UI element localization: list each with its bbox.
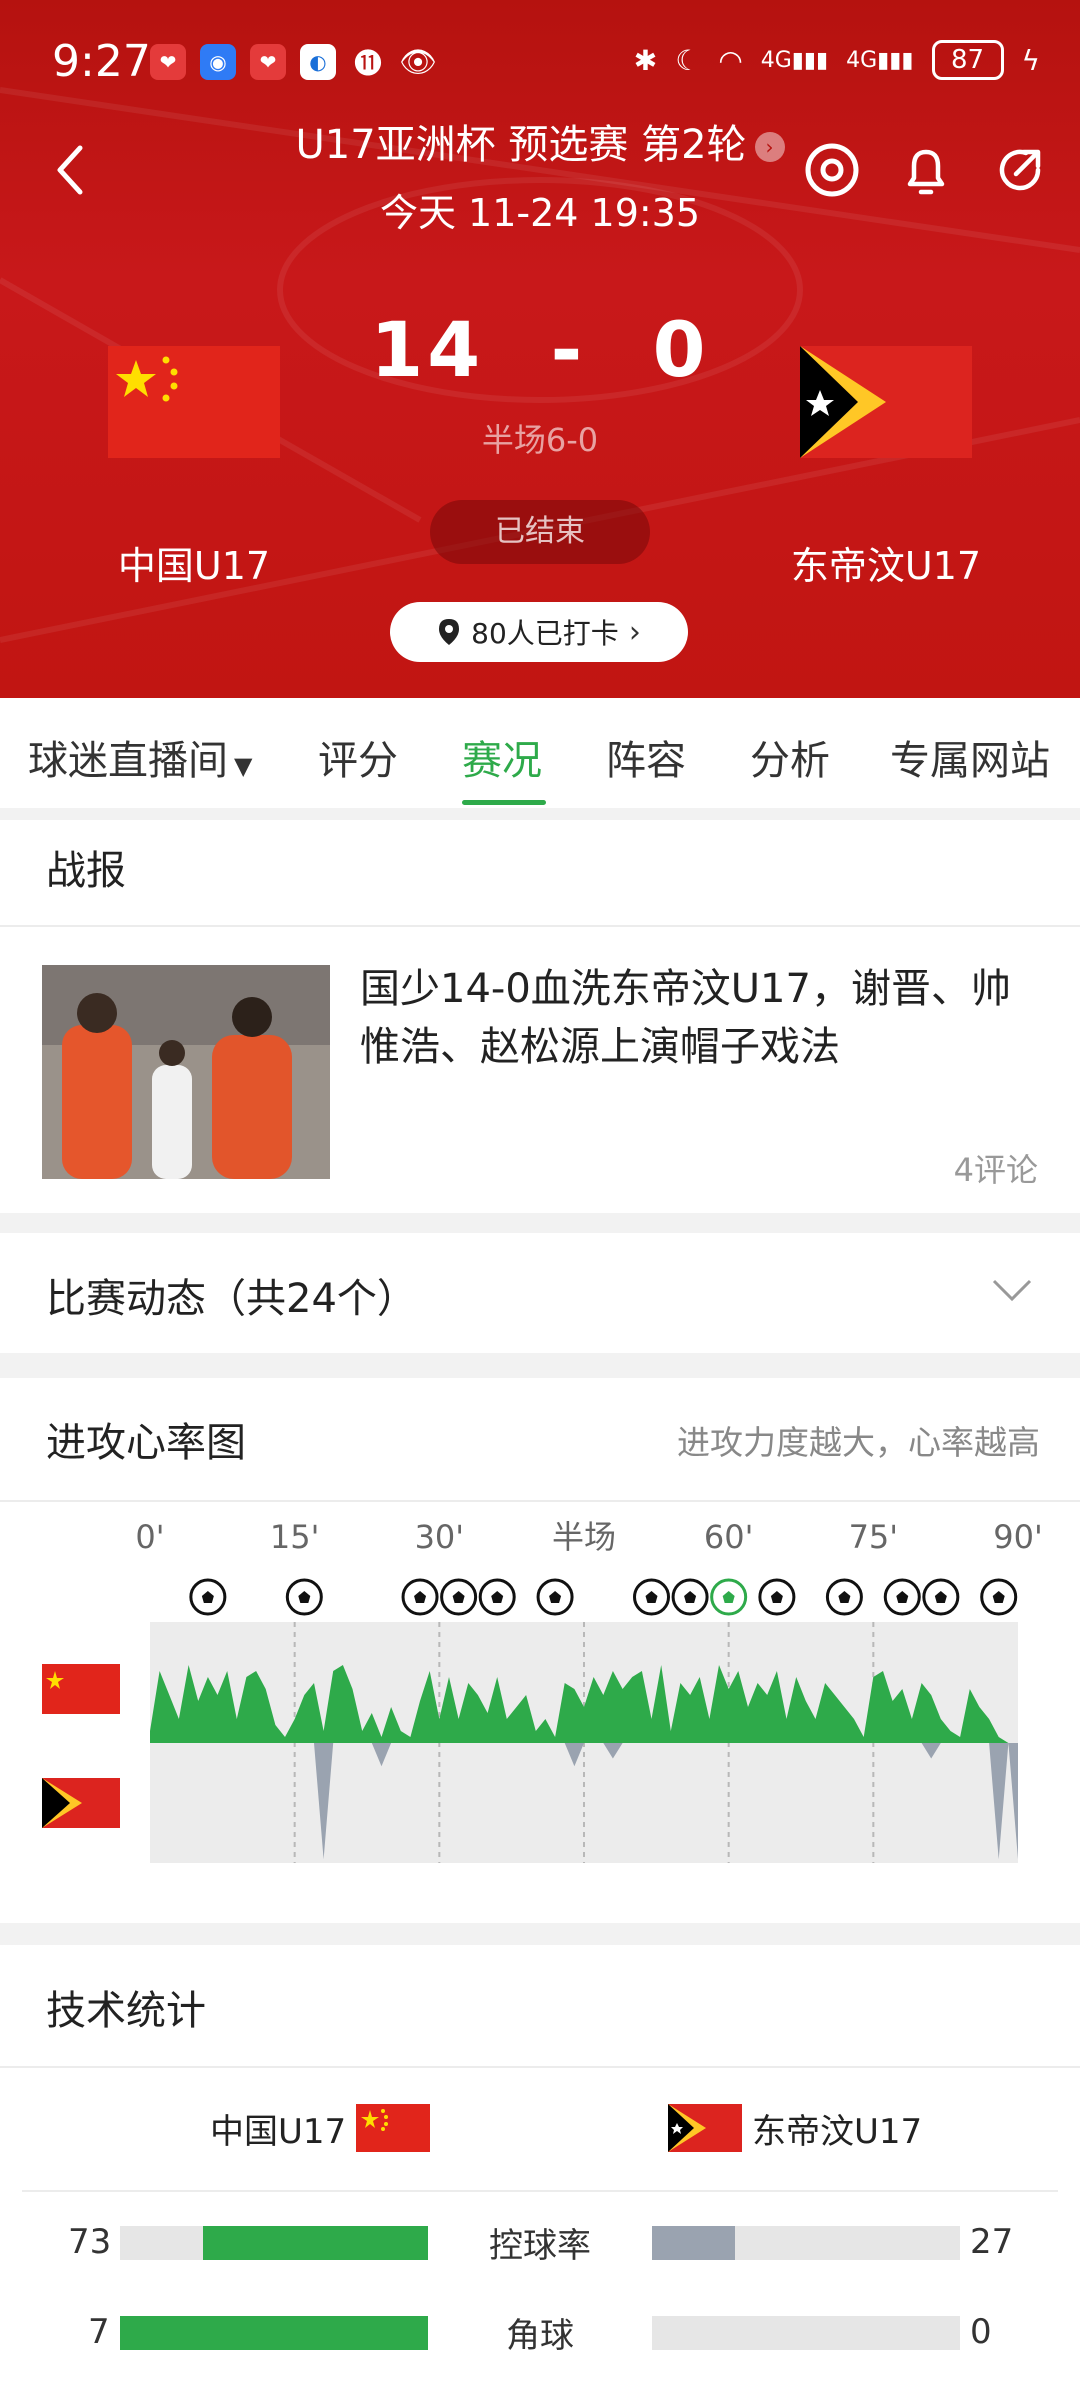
tab-analysis[interactable]: 分析 (750, 728, 830, 786)
chart-axis-label: 半场 (552, 1518, 616, 1556)
app-notification-icon: ◉ (200, 44, 236, 80)
momentum-chart-svg: 0' 15' 30' 半场 60' 75' 90' (42, 1518, 1043, 1863)
battery-icon: 87 (931, 40, 1004, 80)
momentum-title: 进攻心率图 (46, 1420, 246, 1466)
score-separator: - (550, 305, 587, 394)
divider (0, 2066, 1080, 2068)
status-right: ✱ ☾ ◠ 4G▮▮▮ 4G▮▮▮ 87 ϟ (634, 40, 1040, 80)
home-team-name[interactable]: 中国U17 (108, 535, 280, 590)
stats-title: 技术统计 (46, 1988, 206, 2034)
app-notification-icon: ❤ (250, 44, 286, 80)
tab-official-site[interactable]: 专属网站 (890, 728, 1050, 786)
chevron-right-icon: › (754, 132, 785, 162)
target-icon[interactable] (802, 140, 862, 200)
chart-axis-label: 0' (135, 1518, 164, 1556)
report-title: 战报 (46, 848, 126, 894)
chart-axis-label: 30' (415, 1518, 465, 1556)
stat-home-bar (120, 2226, 428, 2260)
status-time: 9:27 (52, 36, 151, 87)
chart-axis-label: 60' (704, 1518, 754, 1556)
stat-home-bar-fill (203, 2226, 428, 2260)
share-icon[interactable] (990, 140, 1050, 200)
signal-icon: 4G▮▮▮ (760, 47, 829, 73)
china-flag-icon (356, 2104, 430, 2152)
charging-icon: ϟ (1021, 43, 1040, 77)
stat-away-value: 27 (970, 2222, 1014, 2262)
moon-icon: ☾ (675, 43, 701, 77)
notification-icons: ❤ ◉ ❤ ◐ ⓫ 👁 (150, 44, 438, 80)
timor-leste-flag-icon (42, 1778, 120, 1828)
away-team-name[interactable]: 东帝汶U17 (780, 535, 992, 590)
app-notification-icon: ❤ (150, 44, 186, 80)
chart-axis-label: 75' (849, 1518, 899, 1556)
wifi-icon: ◠ (718, 43, 743, 77)
status-bar: 9:27 ❤ ◉ ❤ ◐ ⓫ 👁 ✱ ☾ ◠ 4G▮▮▮ 4G▮▮▮ 87 ϟ (0, 30, 1080, 100)
match-header: 9:27 ❤ ◉ ❤ ◐ ⓫ 👁 ✱ ☾ ◠ 4G▮▮▮ 4G▮▮▮ 87 ϟ (0, 0, 1080, 698)
stat-home-value: 73 (68, 2222, 112, 2262)
bluetooth-icon: ✱ (633, 43, 658, 77)
stat-away-bar (652, 2226, 960, 2260)
timor-leste-flag-icon (668, 2104, 742, 2152)
stat-label: 角球 (506, 2316, 574, 2356)
active-tab-indicator (462, 800, 546, 805)
eye-icon: 👁 (398, 44, 438, 80)
stats-away-team: 东帝汶U17 (752, 2112, 923, 2152)
home-score: 14 (370, 305, 485, 394)
location-pin-icon (439, 619, 460, 645)
momentum-chart: 0' 15' 30' 半场 60' 75' 90' (0, 1500, 1080, 1890)
events-title: 比赛动态（共24个） (46, 1276, 417, 1322)
chart-axis-label: 15' (270, 1518, 320, 1556)
stat-away-bar-fill (652, 2226, 736, 2260)
stat-label: 控球率 (489, 2226, 591, 2266)
chevron-down-icon[interactable] (990, 1275, 1034, 1305)
tab-fan-live[interactable]: 球迷直播间 ▼ (28, 728, 252, 786)
match-score: 14 - 0 (370, 305, 710, 394)
momentum-note: 进攻力度越大，心率越高 (677, 1423, 1040, 1462)
stat-row-possession: 73 控球率 27 (0, 2210, 1080, 2290)
stat-away-value: 0 (970, 2312, 992, 2352)
checkin-button[interactable]: 80人已打卡 › (390, 602, 688, 662)
caret-down-icon: ▼ (234, 752, 253, 780)
stat-row-corners: 7 角球 0 (0, 2300, 1080, 2380)
half-time-score: 半场6-0 (481, 421, 599, 459)
tab-lineup[interactable]: 阵容 (606, 728, 686, 786)
stat-home-bar-fill (120, 2316, 428, 2350)
tab-label: 球迷直播间 (28, 738, 228, 784)
match-status-badge: 已结束 (430, 500, 650, 564)
competition-title-text: U17亚洲杯 预选赛 第2轮 (295, 122, 747, 168)
tab-match-status[interactable]: 赛况 (462, 728, 542, 786)
stat-away-bar (652, 2316, 960, 2350)
china-flag-icon (42, 1664, 120, 1714)
header-actions (802, 140, 1050, 200)
divider (0, 925, 1080, 927)
comment-count[interactable]: 4评论 (954, 1145, 1038, 1191)
chevron-right-icon: › (628, 614, 641, 650)
bell-icon[interactable] (896, 140, 956, 200)
checkin-label: 80人已打卡 (471, 617, 619, 650)
battery-level: 87 (950, 45, 985, 75)
stat-home-bar (120, 2316, 428, 2350)
stats-home-team: 中国U17 (210, 2112, 347, 2152)
nfc-icon: ⓫ (353, 47, 382, 80)
tab-ratings[interactable]: 评分 (318, 728, 398, 786)
news-headline[interactable]: 国少14-0血洗东帝汶U17，谢晋、帅惟浩、赵松源上演帽子戏法 (360, 960, 1040, 1076)
tab-bar: 球迷直播间 ▼ 评分 赛况 阵容 分析 专属网站 (0, 698, 1080, 808)
app-notification-icon: ◐ (300, 44, 336, 80)
signal-icon: 4G▮▮▮ (846, 47, 914, 73)
stats-team-header: 中国U17 东帝汶U17 (0, 2070, 1080, 2190)
divider (22, 2190, 1058, 2192)
chart-axis-label: 90' (993, 1518, 1043, 1556)
away-score: 0 (652, 305, 710, 394)
news-thumbnail[interactable] (42, 965, 330, 1179)
stat-home-value: 7 (88, 2312, 110, 2352)
